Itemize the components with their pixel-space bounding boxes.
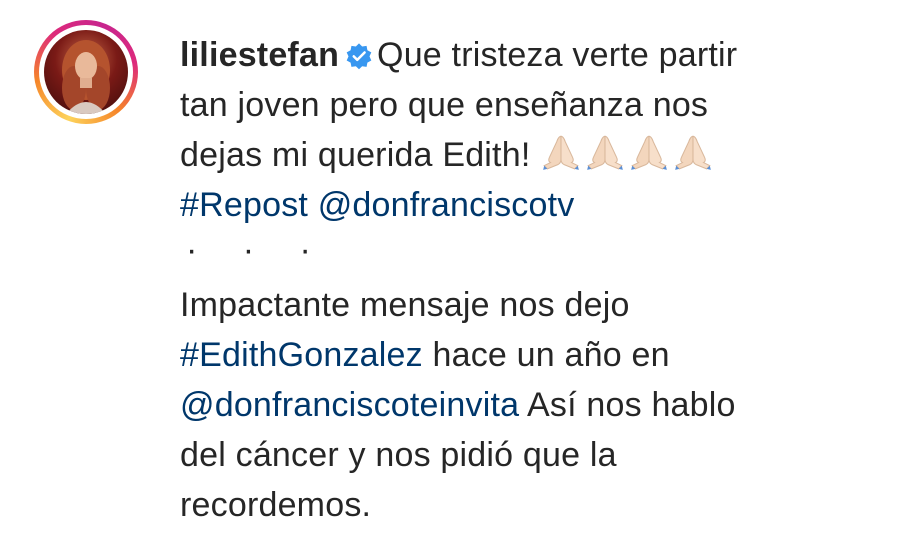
- caption-text-3: dejas mi querida Edith!: [180, 136, 531, 174]
- folded-hands-icon: [543, 135, 579, 170]
- caption-text: liliestefan Que tristeza verte partir ta…: [180, 30, 870, 530]
- caption-line-4: #Repost @donfranciscotv: [180, 180, 870, 230]
- caption-line-3: dejas mi querida Edith!: [180, 130, 870, 180]
- caption-text-1: Que tristeza verte partir: [377, 36, 738, 74]
- body-text-2: hace un año en: [422, 336, 670, 374]
- body-line-3: @donfranciscoteinvita Así nos hablo: [180, 380, 870, 430]
- ellipsis-separator: · · ·: [186, 231, 329, 269]
- story-ring[interactable]: [34, 20, 138, 124]
- caption-line-2: tan joven pero que enseñanza nos: [180, 86, 709, 124]
- folded-hands-icon: [587, 135, 623, 170]
- verified-badge-icon: [346, 43, 372, 70]
- folded-hands-icon: [675, 135, 711, 170]
- avatar-photo: [62, 40, 110, 114]
- hashtag-repost-link[interactable]: #Repost: [180, 186, 308, 224]
- body-line-4: del cáncer y nos pidió que la: [180, 436, 617, 474]
- caption-line-1: liliestefan Que tristeza verte partir: [180, 30, 870, 80]
- mention-donfranciscotv-link[interactable]: @donfranciscotv: [318, 186, 575, 224]
- hashtag-edithgonzalez-link[interactable]: #EdithGonzalez: [180, 336, 423, 374]
- body-line-2: #EdithGonzalez hace un año en: [180, 330, 870, 380]
- body-text-3: Así nos hablo: [519, 386, 736, 424]
- body-line-1: Impactante mensaje nos dejo: [180, 286, 630, 324]
- avatar[interactable]: [44, 30, 128, 114]
- instagram-caption-post: liliestefan Que tristeza verte partir ta…: [0, 0, 900, 540]
- folded-hands-icon: [631, 135, 667, 170]
- folded-hands-emoji-group: [540, 135, 716, 174]
- username-link[interactable]: liliestefan: [180, 36, 339, 74]
- mention-donfranciscoteinvita-link[interactable]: @donfranciscoteinvita: [180, 386, 519, 424]
- body-line-5: recordemos.: [180, 486, 372, 524]
